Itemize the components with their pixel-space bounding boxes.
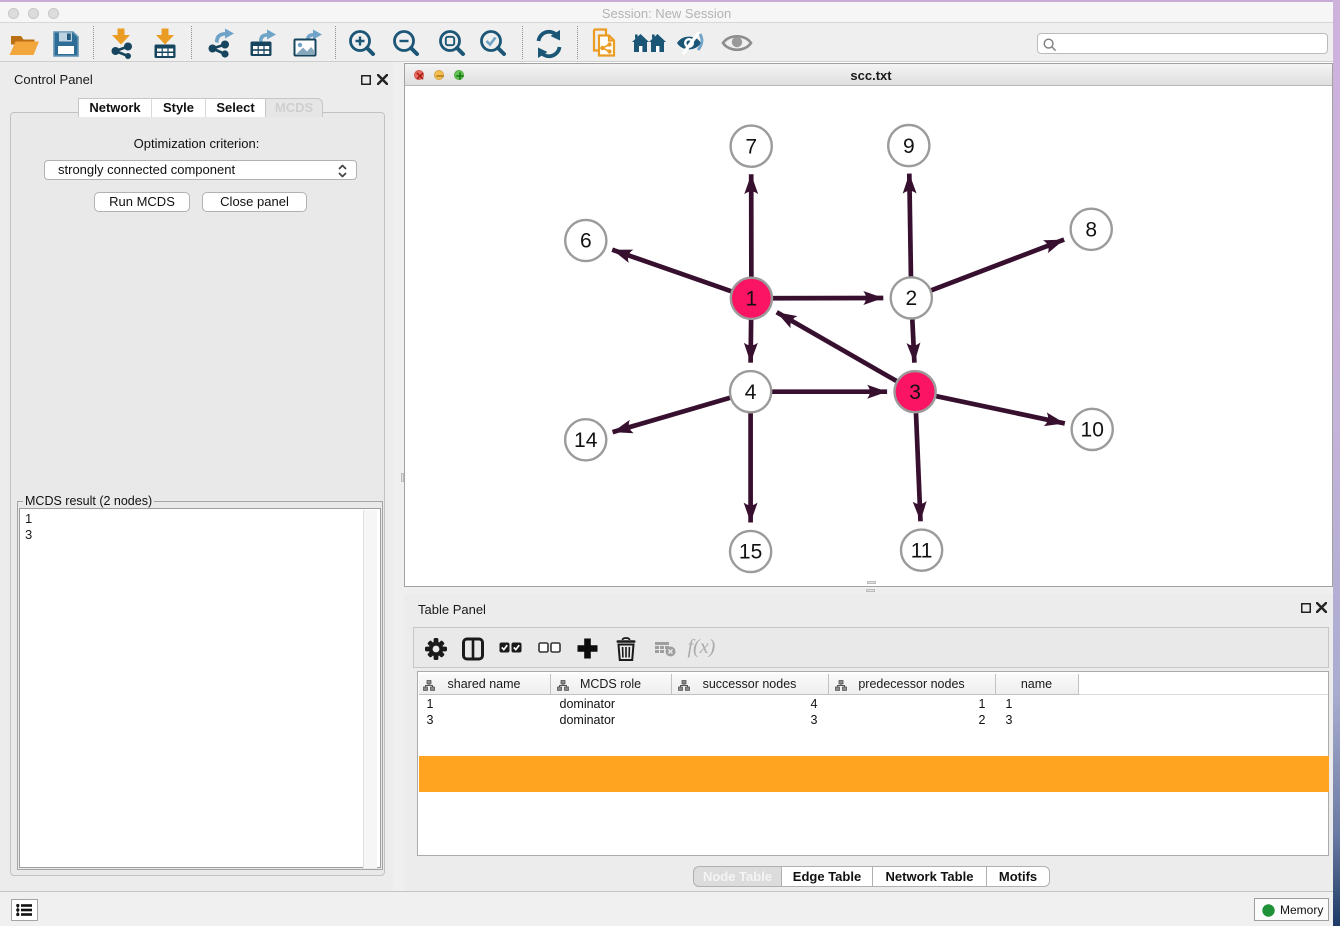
svg-text:10: 10 <box>1081 419 1104 442</box>
svg-text:6: 6 <box>580 230 592 253</box>
svg-text:1: 1 <box>746 288 758 311</box>
svg-text:11: 11 <box>911 539 933 562</box>
svg-text:15: 15 <box>739 541 762 564</box>
svg-text:2: 2 <box>905 287 917 310</box>
svg-text:9: 9 <box>903 135 915 158</box>
svg-text:8: 8 <box>1085 219 1097 242</box>
svg-text:14: 14 <box>574 429 598 452</box>
svg-text:4: 4 <box>745 381 757 404</box>
svg-text:7: 7 <box>745 135 757 158</box>
svg-text:3: 3 <box>909 381 921 404</box>
